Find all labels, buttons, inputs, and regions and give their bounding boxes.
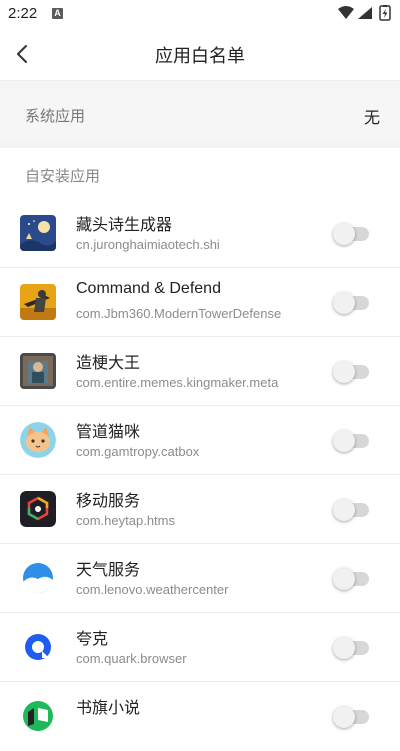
app-row-yidongfuwu: 移动服务 com.heytap.htms: [0, 475, 400, 544]
app-row-kuake: 夸克 com.quark.browser: [0, 613, 400, 682]
app-package: com.Jbm360.ModernTowerDefense: [76, 306, 282, 321]
weather-cloud-icon: [20, 560, 56, 596]
app-name: Command & Defend: [76, 280, 221, 297]
whitelist-toggle[interactable]: [333, 499, 371, 521]
app-package: com.entire.memes.kingmaker.meta: [76, 375, 279, 390]
whitelist-toggle[interactable]: [333, 706, 371, 728]
app-name: 书旗小说: [76, 700, 141, 717]
soldier-gun-icon: [20, 284, 56, 320]
app-name: 藏头诗生成器: [76, 217, 173, 234]
whitelist-toggle[interactable]: [333, 430, 371, 452]
app-name: 移动服务: [76, 493, 141, 510]
app-name: 夸克: [76, 631, 109, 648]
self-installed-section: 自安装应用 藏头诗生成器 cn.juronghaimiaotech.shi Co…: [0, 148, 400, 751]
whitelist-toggle[interactable]: [333, 637, 371, 659]
book-flag-icon: [20, 698, 56, 734]
system-apps-value: 无: [363, 110, 380, 127]
notification-a-icon: A: [52, 8, 63, 19]
meme-photo-icon: [20, 353, 56, 389]
app-name: 天气服务: [76, 562, 141, 579]
moon-night-icon: [20, 215, 56, 251]
quark-logo-icon: [20, 629, 56, 665]
hexagon-service-icon: [20, 491, 56, 527]
page-title: 应用白名单: [155, 46, 245, 66]
app-package: com.heytap.htms: [76, 513, 175, 528]
app-row-command-defend: Command & Defend com.Jbm360.ModernTowerD…: [0, 268, 400, 337]
app-package: cn.juronghaimiaotech.shi: [76, 237, 220, 252]
whitelist-toggle[interactable]: [333, 223, 371, 245]
system-apps-row: 系统应用 无: [0, 88, 400, 140]
app-row-cangtoushi: 藏头诗生成器 cn.juronghaimiaotech.shi: [0, 199, 400, 268]
app-package: com.lenovo.weathercenter: [76, 582, 229, 597]
battery-icon: [379, 5, 391, 21]
status-icons: [338, 5, 394, 21]
system-apps-label: 系统应用: [25, 108, 86, 125]
status-bar: 2:22 A: [0, 0, 400, 28]
app-name: 造梗大王: [76, 355, 141, 372]
status-time: 2:22: [8, 5, 38, 22]
app-row-guandaomaomi: 管道猫咪 com.gamtropy.catbox: [0, 406, 400, 475]
whitelist-toggle[interactable]: [333, 361, 371, 383]
cat-face-icon: [20, 422, 56, 458]
whitelist-toggle[interactable]: [333, 568, 371, 590]
signal-icon: [358, 7, 372, 19]
whitelist-toggle[interactable]: [333, 292, 371, 314]
app-header: 应用白名单: [0, 28, 400, 81]
app-row-shuqixiaoshuo: 书旗小说: [0, 682, 400, 751]
wifi-icon: [338, 6, 354, 19]
app-package: com.quark.browser: [76, 651, 187, 666]
app-name: 管道猫咪: [76, 424, 141, 441]
app-package: com.gamtropy.catbox: [76, 444, 200, 459]
app-row-tianqifuwu: 天气服务 com.lenovo.weathercenter: [0, 544, 400, 613]
app-row-zaogengdawang: 造梗大王 com.entire.memes.kingmaker.meta: [0, 337, 400, 406]
self-installed-label: 自安装应用: [25, 168, 101, 185]
